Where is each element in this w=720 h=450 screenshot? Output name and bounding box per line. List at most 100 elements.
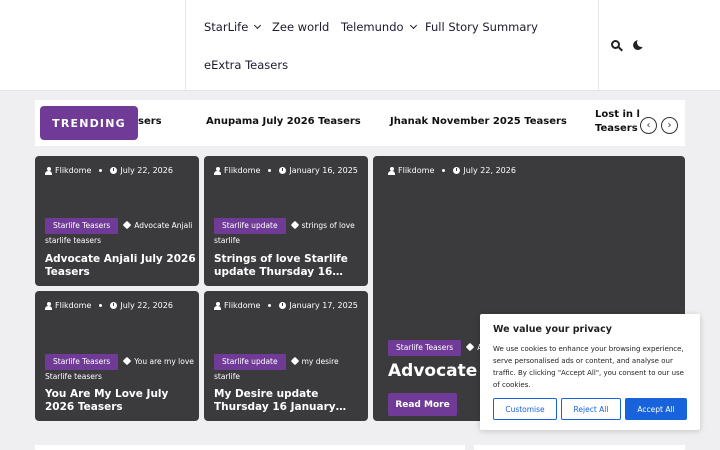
cookie-title: We value your privacy [493,324,612,335]
site-header: StarLife Zee world Telemundo Full Story … [0,0,720,91]
post-title-line: My Desire update [214,388,319,400]
nav-item-eextra-teasers[interactable]: eExtra Teasers [204,58,288,72]
clock-icon [279,302,287,309]
tag-link[interactable]: strings of love [302,221,355,230]
nav-item-label: Telemundo [341,20,404,34]
user-icon [45,301,52,310]
post-title[interactable]: Strings of love Starlife update Thursday… [214,253,348,279]
content-section [35,445,465,450]
user-icon [388,166,395,175]
accept-all-button[interactable]: Accept All [625,398,687,420]
logo-area[interactable] [0,0,186,91]
post-date: January 17, 2025 [289,301,358,310]
post-card[interactable]: Flikdome January 17, 2025 Starlife updat… [204,291,368,421]
post-title[interactable]: You Are My Love July 2026 Teasers [45,388,168,414]
main-nav: StarLife Zee world Telemundo Full Story … [186,0,598,91]
nav-item-label: StarLife [204,20,249,34]
moon-icon[interactable] [633,40,644,51]
tag-link[interactable]: Advocate Anjali [134,221,192,230]
post-author[interactable]: Flikdome [55,166,91,175]
cookie-consent-banner: We value your privacy We use cookies to … [480,314,700,430]
category-badge[interactable]: Starlife Teasers [388,340,462,356]
chevron-down-icon [254,21,262,30]
read-more-button[interactable]: Read More [388,393,457,416]
post-tags: Starlife TeasersA [388,340,482,356]
trending-item[interactable]: sers [138,116,162,127]
tag-link[interactable]: starlife teasers [45,236,101,245]
post-date: July 22, 2026 [120,301,173,310]
post-author[interactable]: Flikdome [224,301,260,310]
post-date: July 22, 2026 [463,166,516,175]
post-title[interactable]: Advocate Anjali July 2026 Teasers [45,253,196,279]
nav-item-label: eExtra Teasers [204,58,289,72]
search-icon[interactable] [611,40,623,52]
tag-icon [122,220,132,230]
nav-item-full-story-summary[interactable]: Full Story Summary [425,20,538,34]
category-badge[interactable]: Starlife Teasers [45,218,119,234]
post-tags: Starlife Teasers You are my love Starlife… [45,354,194,384]
post-meta: Flikdome January 16, 2025 [214,166,358,175]
chevron-left-icon[interactable]: ‹ [640,117,657,134]
header-actions [598,0,720,91]
cookie-message: We use cookies to enhance your browsing … [493,345,684,389]
user-icon [214,301,221,310]
nav-item-telemundo[interactable]: Telemundo [341,20,417,34]
post-title-line: update Thursday 16… [214,266,343,278]
post-tags: Starlife Teasers Advocate Anjali starlife… [45,218,192,248]
nav-item-label: Full Story Summary [425,20,538,34]
user-icon [214,166,221,175]
tag-link[interactable]: You are my love [134,357,194,366]
category-badge[interactable]: Starlife Teasers [45,354,119,370]
tag-icon [290,356,299,366]
nav-item-starlife[interactable]: StarLife [204,20,262,34]
post-title-line: Teasers [45,266,90,278]
category-badge[interactable]: Starlife update [214,218,286,234]
trending-item[interactable]: Anupama July 2026 Teasers [206,116,361,127]
post-title[interactable]: My Desire update Thursday 16 January… [214,388,346,414]
category-badge[interactable]: Starlife update [214,354,286,370]
post-tags: Starlife update my desire starlife [214,354,339,384]
post-title-line: You Are My Love July [45,388,169,400]
post-author[interactable]: Flikdome [224,166,260,175]
clock-icon [110,302,118,309]
tag-link[interactable]: starlife [214,372,240,381]
post-meta: Flikdome July 22, 2026 [45,166,173,175]
post-meta: Flikdome July 22, 2026 [388,166,516,175]
tag-link[interactable]: my desire [302,357,339,366]
post-author[interactable]: Flikdome [398,166,434,175]
trending-item[interactable]: Jhanak November 2025 Teasers [390,116,567,127]
sidebar-section [474,445,685,450]
post-date: January 16, 2025 [289,166,358,175]
trending-badge: TRENDING [40,106,138,140]
trending-item[interactable]: Teasers [595,123,638,134]
customise-button[interactable]: Customise [493,398,557,420]
tag-icon [465,342,475,352]
nav-item-label: Zee world [272,20,330,34]
post-title-line: Strings of love Starlife [214,253,348,265]
post-date: July 22, 2026 [120,166,173,175]
clock-icon [110,167,118,174]
tag-link[interactable]: starlife [214,236,240,245]
post-title-line: Thursday 16 January… [214,401,347,413]
post-meta: Flikdome January 17, 2025 [214,301,358,310]
post-meta: Flikdome July 22, 2026 [45,301,173,310]
post-tags: Starlife update strings of love starlife [214,218,355,248]
clock-icon [453,167,461,174]
reject-all-button[interactable]: Reject All [561,398,621,420]
post-card[interactable]: Flikdome January 16, 2025 Starlife updat… [204,156,368,286]
tag-link[interactable]: Starlife teasers [45,372,102,381]
post-title-line: Advocate Anjali July 2026 [45,253,196,265]
post-card[interactable]: Flikdome July 22, 2026 Starlife Teasers Y… [35,291,199,421]
chevron-down-icon [409,21,417,30]
chevron-right-icon[interactable]: › [661,117,678,134]
post-title-line: 2026 Teasers [45,401,123,413]
user-icon [45,166,52,175]
trending-item[interactable]: Lost in l [595,109,640,120]
tag-icon [122,356,132,366]
post-author[interactable]: Flikdome [55,301,91,310]
trending-bar: TRENDING sers Anupama July 2026 Teasers … [35,100,685,146]
clock-icon [279,167,287,174]
tag-icon [290,220,299,230]
nav-item-zee-world[interactable]: Zee world [272,20,329,34]
post-card[interactable]: Flikdome July 22, 2026 Starlife Teasers A… [35,156,199,286]
